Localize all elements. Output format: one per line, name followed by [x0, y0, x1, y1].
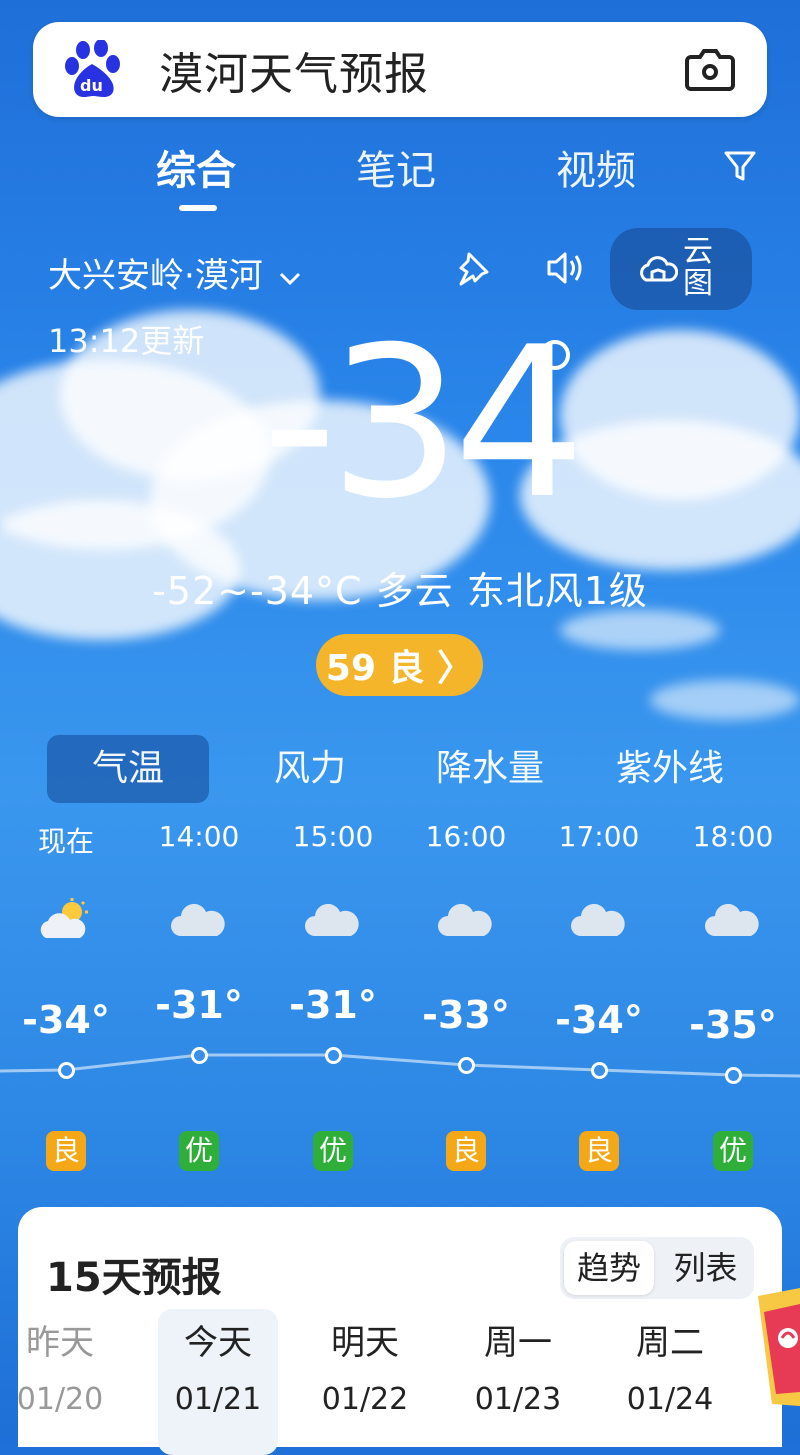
trend-view-button[interactable]: 趋势: [564, 1241, 654, 1295]
hour-temperature: -34°: [22, 998, 110, 1042]
air-quality-badge: 良: [446, 1131, 486, 1171]
temperature-point: [325, 1047, 342, 1064]
tab-comprehensive[interactable]: 综合: [156, 138, 236, 196]
hour-time: 17:00: [558, 820, 640, 853]
tab-wind[interactable]: 风力: [230, 735, 390, 803]
partly-cloudy-sun-icon: [38, 898, 94, 940]
search-bar[interactable]: du 漠河天气预报: [33, 22, 767, 117]
hour-time: 16:00: [425, 820, 507, 853]
hour-time: 15:00: [292, 820, 374, 853]
day-name: 明天: [331, 1323, 399, 1363]
air-quality-badge: 优: [713, 1131, 753, 1171]
forecast-day[interactable]: 周一 01/23: [458, 1315, 578, 1417]
speaker-icon[interactable]: [545, 250, 585, 286]
day-name: 今天: [184, 1323, 252, 1363]
forecast-title: 15天预报: [46, 1255, 222, 1301]
hour-temperature: -31°: [289, 983, 377, 1027]
day-date: 01/24: [626, 1382, 714, 1417]
day-name: 周一: [484, 1323, 552, 1363]
degree-symbol: [540, 340, 570, 370]
temperature-line: [0, 1053, 800, 1078]
hour-time: 18:00: [692, 820, 774, 853]
hour-time: 现在: [37, 825, 94, 858]
gift-widget-icon[interactable]: [752, 1282, 800, 1412]
aqi-label: 59 良 〉: [325, 648, 474, 689]
day-date: 01/21: [174, 1382, 262, 1417]
location-name: 大兴安岭·漠河: [48, 256, 263, 296]
day-date: 01/22: [321, 1382, 409, 1417]
svg-text:du: du: [80, 76, 103, 95]
forecast-day[interactable]: 昨天 01/20: [0, 1315, 120, 1417]
temperature-point: [725, 1067, 742, 1084]
tab-temperature[interactable]: 气温: [47, 735, 209, 803]
cloud-icon: [438, 898, 494, 940]
air-quality-badge: 良: [579, 1131, 619, 1171]
aqi-badge[interactable]: 59 良 〉: [316, 634, 483, 696]
hourly-forecast: 现在 -34° 良 14:00 -31° 优 15:00 -31° 优 16:00 -33° 良 17:…: [0, 820, 800, 1180]
camera-icon[interactable]: [685, 45, 735, 93]
search-query[interactable]: 漠河天气预报: [159, 38, 429, 102]
list-view-button[interactable]: 列表: [657, 1237, 754, 1299]
current-temperature: -34: [262, 303, 586, 545]
day-date: 01/20: [16, 1382, 104, 1417]
tab-videos[interactable]: 视频: [556, 138, 636, 196]
cloud-icon: [705, 898, 761, 940]
baidu-logo-icon: du: [63, 38, 141, 100]
filter-icon[interactable]: [722, 148, 758, 184]
hour-time: 14:00: [158, 820, 240, 853]
update-time: 13:12更新: [48, 322, 205, 360]
air-quality-badge: 优: [313, 1131, 353, 1171]
tab-notes[interactable]: 笔记: [356, 138, 436, 196]
location-selector[interactable]: 大兴安岭·漠河: [48, 248, 303, 297]
temperature-point: [591, 1062, 608, 1079]
cloud-icon: [171, 898, 227, 940]
day-name: 昨天: [26, 1323, 94, 1363]
day-name: 周二: [636, 1323, 704, 1363]
forecast-view-toggle: 趋势 列表: [560, 1237, 754, 1299]
chevron-down-icon: [277, 260, 303, 286]
cloud-map-icon: [638, 250, 679, 290]
hour-temperature: -34°: [555, 998, 643, 1042]
forecast-day-today[interactable]: 今天 01/21: [158, 1309, 278, 1455]
hour-temperature: -33°: [422, 993, 510, 1037]
pin-icon[interactable]: [455, 250, 491, 286]
active-tab-indicator: [179, 205, 217, 211]
cloud-map-label: 云图: [683, 234, 713, 301]
hour-temperature: -31°: [155, 983, 243, 1027]
air-quality-badge: 良: [46, 1131, 86, 1171]
cloud-icon: [571, 898, 627, 940]
temperature-point: [58, 1062, 75, 1079]
forecast-day[interactable]: 明天 01/22: [305, 1315, 425, 1417]
tab-uv[interactable]: 紫外线: [590, 735, 750, 803]
content-tabs: 综合 笔记 视频: [0, 138, 800, 218]
tab-precipitation[interactable]: 降水量: [410, 735, 570, 803]
forecast-panel: 15天预报 趋势 列表 昨天 01/20 今天 01/21 明天 01/22 周…: [17, 1207, 782, 1455]
temperature-point: [191, 1047, 208, 1064]
hour-temperature: -35°: [689, 1003, 777, 1047]
weather-summary: -52~-34°C 多云 东北风1级: [152, 569, 648, 613]
forecast-day[interactable]: 周二 01/24: [610, 1315, 730, 1417]
temperature-point: [458, 1057, 475, 1074]
cloud-map-button[interactable]: 云图: [610, 228, 752, 310]
day-date: 01/23: [474, 1382, 562, 1417]
cloud-icon: [305, 898, 361, 940]
metric-tabs: 气温 风力 降水量 紫外线: [0, 735, 800, 803]
air-quality-badge: 优: [179, 1131, 219, 1171]
